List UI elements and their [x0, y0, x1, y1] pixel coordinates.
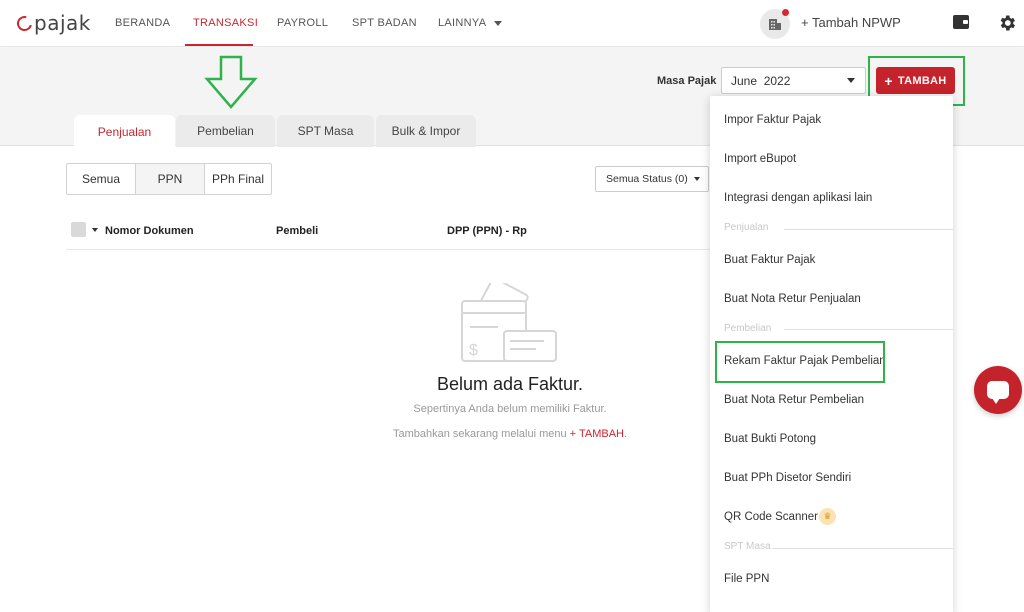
- menu-item-qr-code-scanner[interactable]: QR Code Scanner: [724, 511, 818, 523]
- menu-section-penjualan: Penjualan: [724, 222, 769, 233]
- select-all-checkbox[interactable]: [71, 222, 86, 237]
- menu-item-integrasi[interactable]: Integrasi dengan aplikasi lain: [724, 192, 872, 204]
- menu-section-divider: [772, 548, 953, 549]
- nav-payroll[interactable]: PAYROLL: [277, 17, 328, 29]
- wallet-icon[interactable]: [953, 15, 969, 29]
- tambah-label: TAMBAH: [897, 74, 947, 87]
- nav-transaksi[interactable]: TRANSAKSI: [193, 17, 258, 29]
- tab-spt-masa[interactable]: SPT Masa: [277, 115, 374, 147]
- menu-item-buat-faktur-pajak[interactable]: Buat Faktur Pajak: [724, 254, 815, 266]
- green-arrow-down-icon: [204, 55, 258, 109]
- status-filter-label: Semua Status (0): [606, 173, 688, 185]
- empty-hint-tambah-link[interactable]: + TAMBAH: [570, 428, 624, 440]
- menu-item-import-ebupot[interactable]: Import eBupot: [724, 153, 796, 165]
- tab-penjualan[interactable]: Penjualan: [74, 115, 175, 148]
- status-filter-select[interactable]: Semua Status (0): [595, 166, 709, 192]
- menu-item-pph-disetor-sendiri[interactable]: Buat PPh Disetor Sendiri: [724, 472, 851, 484]
- filter-pph-final[interactable]: PPh Final: [204, 163, 272, 195]
- tab-pembelian[interactable]: Pembelian: [176, 115, 275, 147]
- chat-bubble-icon: [987, 381, 1009, 404]
- menu-item-bukti-potong[interactable]: Buat Bukti Potong: [724, 433, 816, 445]
- dropdown-caret-icon: [694, 177, 700, 181]
- add-npwp-button[interactable]: + Tambah NPWP: [801, 15, 901, 30]
- menu-section-divider: [784, 329, 953, 330]
- masa-pajak-label: Masa Pajak: [657, 75, 717, 87]
- menu-section-spt-masa: SPT Masa: [724, 541, 771, 552]
- nav-lainnya-label: LAINNYA: [438, 17, 487, 29]
- logo-text: pajak: [34, 11, 91, 35]
- gear-icon[interactable]: [997, 13, 1017, 33]
- logo-mark-icon: [14, 12, 35, 34]
- nav-beranda[interactable]: BERANDA: [115, 17, 170, 29]
- chevron-down-icon: [494, 20, 503, 26]
- svg-text:$: $: [469, 342, 478, 359]
- company-icon: [769, 19, 781, 30]
- column-header-dpp[interactable]: DPP (PPN) - Rp: [447, 225, 527, 237]
- active-nav-indicator: [185, 44, 253, 46]
- chat-support-button[interactable]: [974, 366, 1022, 414]
- empty-hint-prefix: Tambahkan sekarang melalui menu: [392, 428, 570, 440]
- bulk-action-caret-icon[interactable]: [92, 228, 98, 232]
- nav-lainnya[interactable]: LAINNYA: [438, 17, 503, 29]
- menu-section-pembelian: Pembelian: [724, 323, 772, 334]
- filter-ppn[interactable]: PPN: [135, 163, 205, 195]
- crown-premium-icon: ♛: [819, 508, 836, 525]
- empty-hint-suffix: .: [623, 428, 628, 440]
- nav-spt-badan[interactable]: SPT BADAN: [352, 17, 417, 29]
- column-header-pembeli[interactable]: Pembeli: [276, 225, 318, 237]
- masa-pajak-select[interactable]: June 2022: [721, 67, 866, 94]
- plus-icon: +: [884, 72, 893, 89]
- notification-dot: [782, 9, 789, 16]
- menu-section-divider: [784, 229, 953, 230]
- menu-item-nota-retur-penjualan[interactable]: Buat Nota Retur Penjualan: [724, 293, 861, 305]
- menu-item-nota-retur-pembelian[interactable]: Buat Nota Retur Pembelian: [724, 394, 864, 406]
- tab-bulk-impor[interactable]: Bulk & Impor: [376, 115, 476, 147]
- table-header-divider: [66, 249, 710, 250]
- top-navbar: pajak BERANDA TRANSAKSI PAYROLL SPT BADA…: [0, 0, 1024, 47]
- menu-item-file-ppn[interactable]: File PPN: [724, 573, 769, 585]
- empty-invoice-illustration-icon: $: [461, 283, 557, 362]
- filter-semua[interactable]: Semua: [66, 163, 136, 195]
- rekam-faktur-highlight-box: [715, 341, 885, 383]
- dropdown-caret-icon: [847, 78, 855, 83]
- pajak-logo[interactable]: pajak: [14, 11, 91, 35]
- masa-pajak-value: June 2022: [731, 74, 791, 88]
- tambah-button[interactable]: + TAMBAH: [876, 67, 955, 94]
- menu-item-impor-faktur-pajak[interactable]: Impor Faktur Pajak: [724, 114, 821, 126]
- column-header-nomor-dokumen[interactable]: Nomor Dokumen: [105, 225, 194, 237]
